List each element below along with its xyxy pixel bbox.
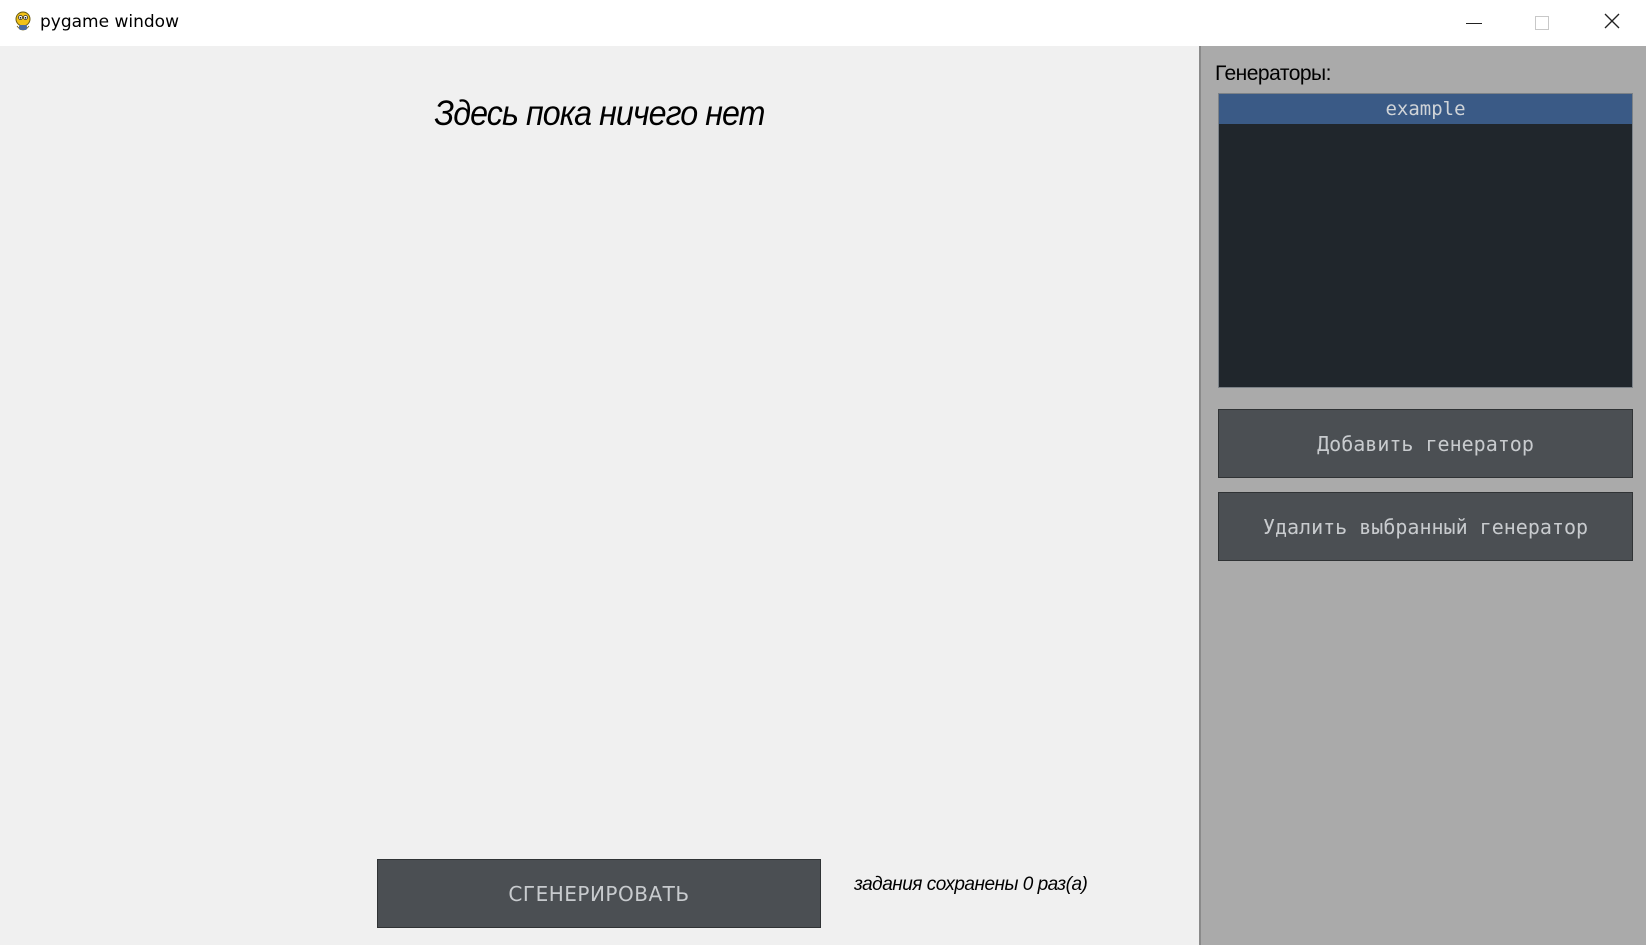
title-bar[interactable]: pygame window xyxy=(0,0,1646,46)
close-button[interactable] xyxy=(1578,0,1646,46)
minimize-button[interactable] xyxy=(1440,0,1508,46)
maximize-icon xyxy=(1535,16,1549,30)
remove-generator-button[interactable]: Удалить выбранный генератор xyxy=(1218,492,1633,561)
generators-panel: Генераторы: example Добавить генератор У… xyxy=(1199,46,1646,945)
close-icon xyxy=(1604,13,1620,34)
generate-button[interactable]: СГЕНЕРИРОВАТЬ xyxy=(377,859,821,928)
main-area: Здесь пока ничего нет СГЕНЕРИРОВАТЬ зада… xyxy=(0,46,1199,945)
saved-count-status: задания сохранены 0 раз(а) xyxy=(854,874,1088,895)
generator-list-item[interactable]: example xyxy=(1219,94,1632,124)
window-title: pygame window xyxy=(40,12,179,32)
generators-list[interactable]: example xyxy=(1218,93,1633,388)
maximize-button[interactable] xyxy=(1508,0,1576,46)
minimize-icon xyxy=(1466,22,1482,24)
pygame-window: pygame window Здесь пока ничего нет СГЕН… xyxy=(0,0,1646,945)
add-generator-button[interactable]: Добавить генератор xyxy=(1218,409,1633,478)
pygame-snake-icon xyxy=(12,10,34,34)
empty-state-message: Здесь пока ничего нет xyxy=(434,94,765,133)
generators-label: Генераторы: xyxy=(1215,62,1332,85)
